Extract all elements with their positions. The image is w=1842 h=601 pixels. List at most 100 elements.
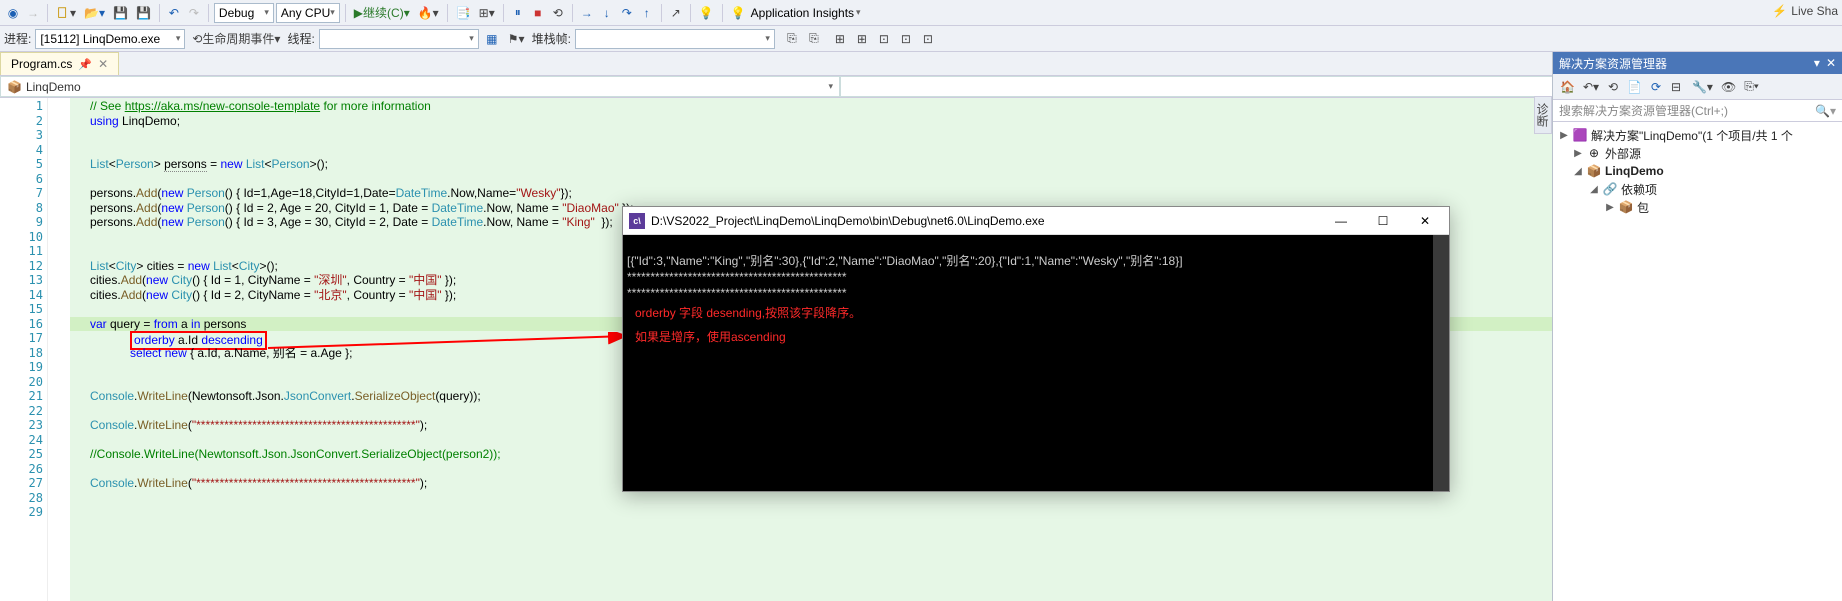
breakpoint-margin[interactable]	[48, 98, 70, 601]
line-number: 6	[36, 172, 43, 186]
panel-dropdown-icon[interactable]: ▾	[1814, 56, 1820, 70]
console-scrollbar[interactable]	[1433, 235, 1449, 491]
config-dropdown[interactable]: Debug▾	[214, 3, 274, 23]
undo-button[interactable]: ↶	[165, 3, 183, 23]
nav-project-dropdown[interactable]: 📦 LinqDemo ▾	[0, 76, 840, 97]
stackframe-dropdown[interactable]: ▾	[575, 29, 775, 49]
hot-reload-button[interactable]: 🔥▾	[415, 3, 442, 23]
continue-button[interactable]: ▶ 继续(C) ▾	[351, 3, 413, 23]
sol-collapse-button[interactable]: ⊟	[1667, 77, 1685, 97]
pause-button[interactable]: ⏸	[509, 3, 527, 23]
solution-explorer-header[interactable]: 解决方案资源管理器 ▾ ✕	[1553, 52, 1842, 74]
save-all-button[interactable]: 💾	[133, 3, 154, 23]
threads-button[interactable]: ▦	[483, 29, 501, 49]
app-insights-label[interactable]: Application Insights	[751, 6, 854, 20]
package-icon: 📦	[1619, 200, 1633, 214]
close-button[interactable]: ✕	[1407, 209, 1443, 233]
flag-button[interactable]: ⚑▾	[505, 29, 528, 49]
tree-project[interactable]: ◢📦 LinqDemo	[1555, 162, 1840, 180]
sol-refresh-button[interactable]: ⟳	[1647, 77, 1665, 97]
solution-search-input[interactable]: 搜索解决方案资源管理器(Ctrl+;) 🔍▾	[1553, 100, 1842, 122]
external-icon: ⊕	[1587, 146, 1601, 160]
thread-label: 线程:	[287, 30, 314, 47]
tree-pkg-label: 包	[1637, 199, 1649, 216]
sol-back-button[interactable]: ↶▾	[1580, 77, 1602, 97]
step-over-button[interactable]: ↷	[618, 3, 636, 23]
solution-tree[interactable]: ▶🟪 解决方案"LinqDemo"(1 个项目/共 1 个 ▶⊕ 外部源 ◢📦 …	[1553, 122, 1842, 601]
nav-fwd-button[interactable]: →	[24, 3, 42, 23]
sol-nest-button[interactable]: ⎘▾	[1741, 77, 1762, 97]
diagnostics-vertical-tab[interactable]: 诊断	[1534, 96, 1552, 134]
project-icon: 📦	[1587, 164, 1601, 178]
dbg-1[interactable]: ⎘	[783, 29, 801, 49]
nav-back-button[interactable]: ◉	[4, 3, 22, 23]
platform-dropdown[interactable]: Any CPU▾	[276, 3, 340, 23]
line-number: 29	[29, 505, 43, 519]
panel-close-icon[interactable]: ✕	[1826, 56, 1836, 70]
minimize-button[interactable]: —	[1323, 209, 1359, 233]
tab-program-cs[interactable]: Program.cs 📌 ✕	[0, 52, 119, 75]
platform-value: Any CPU	[281, 6, 330, 20]
tree-external[interactable]: ▶⊕ 外部源	[1555, 144, 1840, 162]
step-into-button[interactable]: ↓	[598, 3, 616, 23]
thread-dropdown[interactable]: ▾	[319, 29, 479, 49]
show-next-statement-button[interactable]: →	[578, 3, 596, 23]
tree-root-label: 解决方案"LinqDemo"(1 个项目/共 1 个	[1591, 127, 1793, 144]
sol-sync-button[interactable]: ⟲	[1604, 77, 1622, 97]
line-number: 8	[36, 201, 43, 215]
solution-explorer-toolbar: 🏠 ↶▾ ⟲ 📄 ⟳ ⊟ 🔧▾ 👁 ⎘▾	[1553, 74, 1842, 100]
dbg-7[interactable]: ⊡	[919, 29, 937, 49]
line-number: 17	[29, 331, 43, 345]
step-out-button[interactable]: ↑	[638, 3, 656, 23]
console-titlebar[interactable]: c\ D:\VS2022_Project\LinqDemo\LinqDemo\b…	[623, 207, 1449, 235]
console-title: D:\VS2022_Project\LinqDemo\LinqDemo\bin\…	[651, 214, 1045, 228]
line-number: 4	[36, 143, 43, 157]
line-number: 10	[29, 230, 43, 244]
stop-button[interactable]: ■	[529, 3, 547, 23]
tree-solution-root[interactable]: ▶🟪 解决方案"LinqDemo"(1 个项目/共 1 个	[1555, 126, 1840, 144]
console-output[interactable]: [{"Id":3,"Name":"King","别名":30},{"Id":2,…	[623, 235, 1433, 491]
nav-project-value: LinqDemo	[26, 80, 81, 94]
save-button[interactable]: 💾	[110, 3, 131, 23]
open-button[interactable]: 📂▾	[81, 3, 108, 23]
tree-project-label: LinqDemo	[1605, 164, 1664, 178]
sol-preview-button[interactable]: 👁	[1718, 77, 1739, 97]
console-line-3: ****************************************…	[627, 286, 847, 300]
dbg-3[interactable]: ⊞	[831, 29, 849, 49]
dbg-2[interactable]: ⎘	[805, 29, 823, 49]
line-number: 22	[29, 404, 43, 418]
line-number: 15	[29, 302, 43, 316]
new-file-button[interactable]: ▾	[53, 3, 79, 23]
live-share-button[interactable]: ⚡Live Sha	[1772, 4, 1838, 18]
pin-icon[interactable]: 📌	[78, 58, 92, 71]
lifecycle-button[interactable]: ⟲ 生命周期事件 ▾	[189, 29, 283, 49]
intellicode-button[interactable]: 💡	[696, 3, 717, 23]
line-number: 19	[29, 360, 43, 374]
dbg-4[interactable]: ⊞	[853, 29, 871, 49]
line-number: 12	[29, 259, 43, 273]
extensions-button[interactable]: ⊞▾	[476, 3, 498, 23]
sol-properties-button[interactable]: 🔧▾	[1689, 77, 1716, 97]
app-insights-icon: 💡	[728, 3, 749, 23]
line-number: 2	[36, 114, 43, 128]
dbg-6[interactable]: ⊡	[897, 29, 915, 49]
tree-external-label: 外部源	[1605, 145, 1641, 162]
line-number: 16	[29, 317, 43, 331]
console-window[interactable]: c\ D:\VS2022_Project\LinqDemo\LinqDemo\b…	[622, 206, 1450, 492]
tree-deps[interactable]: ◢🔗 依赖项	[1555, 180, 1840, 198]
process-dropdown[interactable]: [15112] LinqDemo.exe▾	[35, 29, 185, 49]
sol-home-button[interactable]: 🏠	[1557, 77, 1578, 97]
maximize-button[interactable]: ☐	[1365, 209, 1401, 233]
line-number: 21	[29, 389, 43, 403]
console-line-2: ****************************************…	[627, 270, 847, 284]
tree-pkg[interactable]: ▶📦 包	[1555, 198, 1840, 216]
misc1-button[interactable]: ↗	[667, 3, 685, 23]
sol-showall-button[interactable]: 📄	[1624, 77, 1645, 97]
restart-button[interactable]: ⟲	[549, 3, 567, 23]
redo-button[interactable]: ↷	[185, 3, 203, 23]
console-line-1: [{"Id":3,"Name":"King","别名":30},{"Id":2,…	[627, 254, 1183, 268]
line-number: 18	[29, 346, 43, 360]
dbg-5[interactable]: ⊡	[875, 29, 893, 49]
toolbox-button[interactable]: 📑	[453, 3, 474, 23]
close-icon[interactable]: ✕	[98, 57, 108, 71]
